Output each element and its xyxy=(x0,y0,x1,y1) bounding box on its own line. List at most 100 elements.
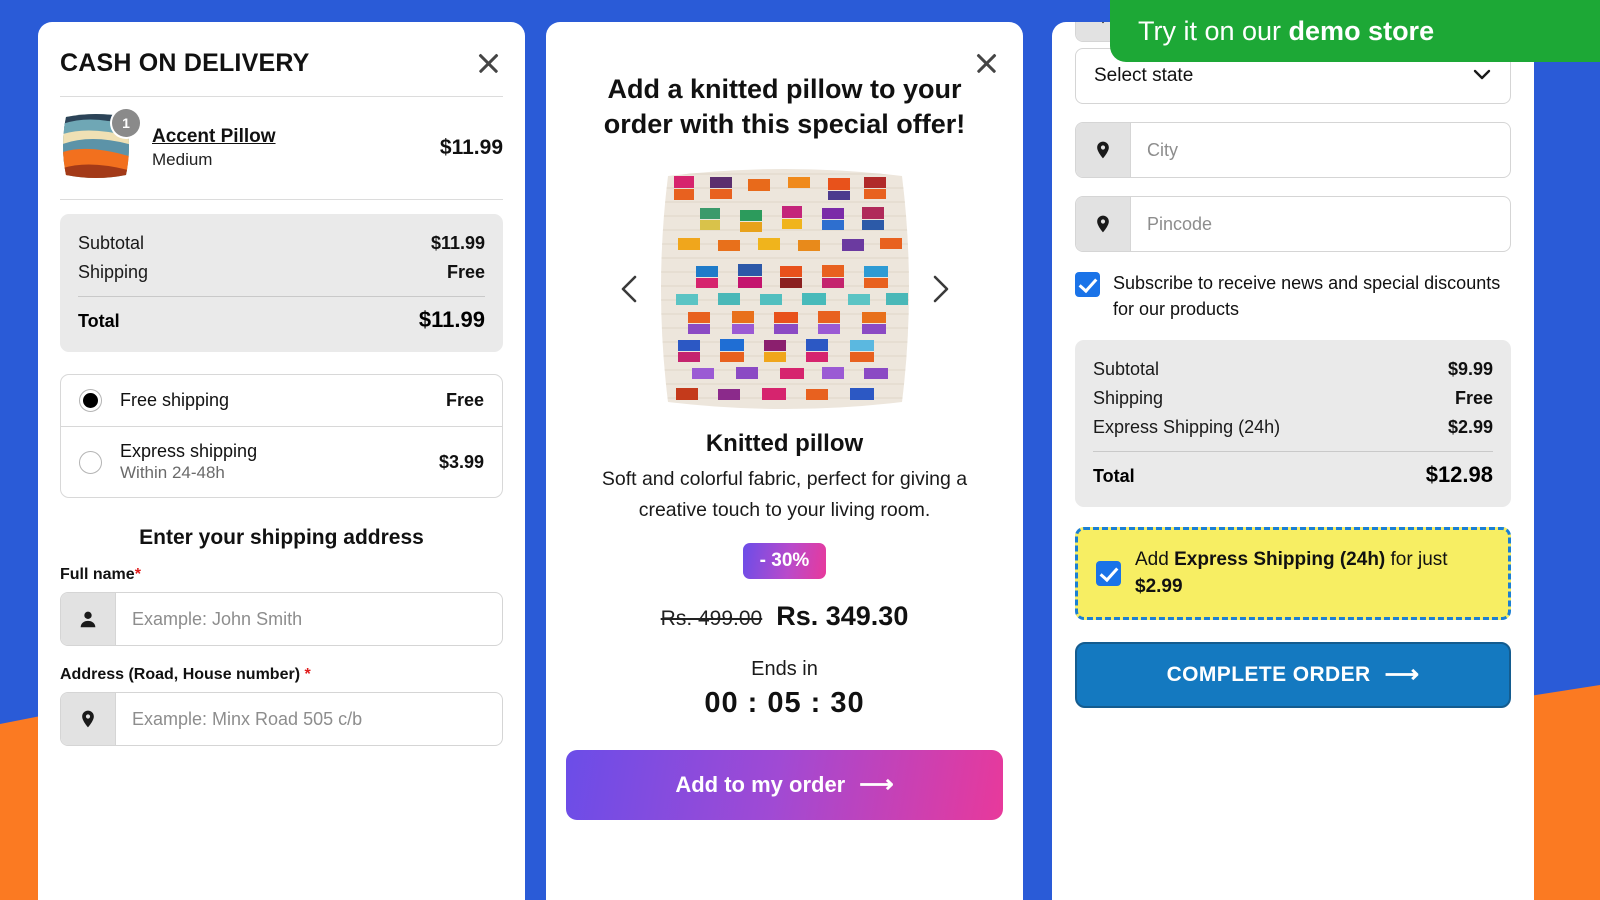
summary-label: Express Shipping (24h) xyxy=(1093,417,1281,438)
complete-order-button[interactable]: COMPLETE ORDER ⟶ xyxy=(1075,642,1511,709)
summary-label: Subtotal xyxy=(1093,359,1160,380)
full-name-field[interactable] xyxy=(60,592,503,646)
cash-on-delivery-panel: CASH ON DELIVERY 1 Accent Pillow Medium … xyxy=(38,22,525,900)
page-title: CASH ON DELIVERY xyxy=(60,48,310,77)
arrow-right-icon: ⟶ xyxy=(1384,661,1420,689)
express-text-bold-2: $2.99 xyxy=(1135,575,1183,597)
shipping-option-name: Free shipping xyxy=(120,390,230,410)
summary-total-row: Total $12.98 xyxy=(1093,458,1493,492)
summary-value: Free xyxy=(446,262,485,282)
city-input[interactable] xyxy=(1131,123,1510,177)
demo-text-bold: demo store xyxy=(1288,15,1435,46)
shipping-option-text: Free shipping xyxy=(120,390,428,411)
divider xyxy=(60,199,503,200)
summary-value: $2.99 xyxy=(1447,417,1493,438)
shipping-option-free[interactable]: Free shipping Free xyxy=(61,375,502,426)
summary-value: $9.99 xyxy=(1447,359,1493,380)
summary-divider xyxy=(78,296,485,297)
express-text-2: for just xyxy=(1385,549,1448,571)
discount-badge: - 30% xyxy=(742,542,827,579)
total-label: Total xyxy=(78,311,120,331)
summary-total-row: Total $11.99 xyxy=(78,303,485,337)
subscribe-row[interactable]: Subscribe to receive news and special di… xyxy=(1075,270,1511,322)
shipping-option-price: $3.99 xyxy=(438,451,484,472)
checkout-form-panel: Select state Subscribe to receive news a… xyxy=(1052,22,1534,900)
chevron-down-icon xyxy=(1472,65,1492,87)
knitted-pillow-image xyxy=(652,160,918,418)
countdown-timer: 00 : 05 : 30 xyxy=(704,686,865,719)
full-name-label: Full name* xyxy=(60,566,503,584)
offer-carousel xyxy=(546,142,1023,422)
summary-row: Shipping Free xyxy=(78,258,485,287)
shipping-option-price: Free xyxy=(445,390,484,410)
city-field[interactable] xyxy=(1075,122,1511,178)
close-icon[interactable] xyxy=(473,48,503,78)
close-icon[interactable] xyxy=(971,48,1001,78)
demo-text-plain: Try it on our xyxy=(1138,15,1289,46)
summary-row: Subtotal $11.99 xyxy=(78,229,485,258)
summary-value: $11.99 xyxy=(430,233,485,253)
address-label: Address (Road, House number) * xyxy=(60,666,503,684)
radio-free-shipping[interactable] xyxy=(79,389,102,412)
discount-badge-row: - 30% xyxy=(546,542,1023,579)
chevron-right-icon[interactable] xyxy=(924,266,958,312)
required-marker: * xyxy=(304,666,311,683)
total-label: Total xyxy=(1093,466,1135,487)
product-name-link[interactable]: Accent Pillow xyxy=(152,126,426,148)
cart-line-item: 1 Accent Pillow Medium $11.99 xyxy=(60,97,503,199)
person-icon xyxy=(61,593,116,645)
product-variant: Medium xyxy=(152,150,213,169)
summary-row: Subtotal $9.99 xyxy=(1093,355,1493,384)
full-name-input[interactable] xyxy=(116,593,502,645)
shipping-option-express[interactable]: Express shipping Within 24-48h $3.99 xyxy=(61,426,502,497)
arrow-right-icon: ⟶ xyxy=(859,770,894,798)
complete-order-label: COMPLETE ORDER xyxy=(1166,663,1371,687)
location-pin-icon xyxy=(1076,123,1131,177)
product-thumbnail-wrap: 1 xyxy=(60,109,140,185)
shipping-option-name: Express shipping xyxy=(120,441,258,461)
line-item-body: Accent Pillow Medium xyxy=(152,126,426,170)
offer-product-name: Knitted pillow xyxy=(705,430,864,458)
state-select-value: Select state xyxy=(1094,65,1194,86)
pincode-input[interactable] xyxy=(1131,197,1510,251)
summary-value: Free xyxy=(1454,388,1493,409)
offer-headline: Add a knitted pillow to your order with … xyxy=(603,74,966,140)
countdown-label: Ends in xyxy=(751,657,818,680)
shipping-option-text: Express shipping Within 24-48h xyxy=(120,441,421,483)
cod-header: CASH ON DELIVERY xyxy=(60,22,503,96)
shipping-address-heading: Enter your shipping address xyxy=(139,526,424,549)
order-summary: Subtotal $11.99 Shipping Free Total $11.… xyxy=(60,214,503,352)
add-to-my-order-button[interactable]: Add to my order ⟶ xyxy=(566,749,1003,820)
pincode-field[interactable] xyxy=(1075,196,1511,252)
offer-product-description: Soft and colorful fabric, perfect for gi… xyxy=(601,468,968,522)
address-input[interactable] xyxy=(116,693,502,745)
checkout-order-summary: Subtotal $9.99 Shipping Free Express Shi… xyxy=(1075,340,1511,508)
add-to-my-order-label: Add to my order xyxy=(675,771,846,797)
subscribe-checkbox[interactable] xyxy=(1075,272,1100,297)
required-marker: * xyxy=(134,566,141,583)
demo-store-text: Try it on our demo store xyxy=(1138,16,1434,47)
total-value: $12.98 xyxy=(1425,462,1493,488)
full-name-label-text: Full name xyxy=(60,566,135,583)
summary-row: Shipping Free xyxy=(1093,384,1493,413)
location-pin-icon xyxy=(1076,197,1131,251)
radio-express-shipping[interactable] xyxy=(79,450,102,474)
express-text-bold-1: Express Shipping (24h) xyxy=(1174,549,1386,571)
express-shipping-upsell[interactable]: Add Express Shipping (24h) for just $2.9… xyxy=(1075,527,1511,621)
express-shipping-text: Add Express Shipping (24h) for just $2.9… xyxy=(1135,547,1490,600)
demo-store-banner[interactable]: Try it on our demo store xyxy=(1110,0,1600,62)
offer-price-discounted: Rs. 349.30 xyxy=(776,600,909,631)
summary-label: Shipping xyxy=(1093,388,1164,409)
location-pin-icon xyxy=(61,693,116,745)
offer-price-original: Rs. 499.00 xyxy=(660,606,763,630)
shipping-options: Free shipping Free Express shipping With… xyxy=(60,374,503,498)
summary-row: Express Shipping (24h) $2.99 xyxy=(1093,413,1493,442)
chevron-left-icon[interactable] xyxy=(612,266,646,312)
line-item-price: $11.99 xyxy=(439,136,503,159)
summary-label: Subtotal xyxy=(78,233,145,253)
quantity-badge: 1 xyxy=(112,109,140,137)
total-value: $11.99 xyxy=(418,307,485,332)
express-shipping-checkbox[interactable] xyxy=(1096,561,1121,587)
address-field[interactable] xyxy=(60,692,503,746)
shipping-option-sub: Within 24-48h xyxy=(120,463,225,482)
